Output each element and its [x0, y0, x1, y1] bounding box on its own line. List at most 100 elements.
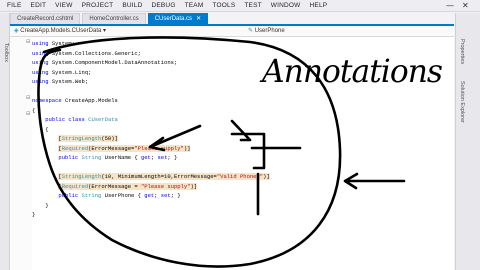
property-icon: ✎	[248, 28, 255, 34]
tab-cuserdata[interactable]: CUserData.cs ✕	[147, 13, 209, 24]
code-line[interactable]: namespace CreateApp.Models	[32, 97, 118, 105]
type-dropdown[interactable]: ◈ CreateApp.Models.CUserData ▾	[14, 26, 106, 36]
code-token: (ErrorMessage=	[88, 144, 135, 152]
code-token: {	[45, 125, 49, 133]
close-window-button[interactable]: ✕	[462, 1, 469, 10]
code-line[interactable]: }	[32, 201, 49, 210]
code-token: ; }	[167, 154, 178, 161]
code-line[interactable]: {	[32, 107, 35, 115]
code-token: set	[160, 192, 171, 199]
code-line[interactable]: using System.Linq;	[32, 69, 91, 77]
toolbox-strip[interactable]: Toolbox	[0, 13, 10, 270]
menu-team[interactable]: TEAM	[185, 2, 204, 9]
code-line[interactable]: using System.Web;	[32, 78, 88, 86]
document-tabs: CreateRecord.cshtml HomeController.cs CU…	[10, 13, 209, 24]
collapse-icon[interactable]: ⊟	[26, 111, 30, 117]
menu-help[interactable]: HELP	[310, 2, 328, 9]
code-token: Required	[61, 182, 89, 190]
visual-studio-window: FILE EDIT VIEW PROJECT BUILD DEBUG TEAM …	[0, 0, 480, 270]
code-token: using	[32, 78, 49, 85]
code-token: StringLength	[61, 173, 102, 180]
menu-view[interactable]: VIEW	[55, 2, 72, 9]
code-token: )]	[263, 173, 270, 180]
code-token: String	[81, 154, 102, 161]
code-token: System.Linq;	[48, 68, 92, 76]
menu-build[interactable]: BUILD	[122, 2, 142, 9]
code-line[interactable]: [StringLength(50)]	[32, 135, 118, 143]
solution-explorer-tab[interactable]: Solution Explorer	[459, 81, 465, 123]
code-token: "Please supply"	[134, 144, 184, 152]
right-tool-strip: Properties Solution Explorer	[455, 13, 480, 270]
menu-project[interactable]: PROJECT	[82, 2, 114, 9]
code-token: public	[58, 154, 79, 161]
code-token: }	[32, 211, 36, 218]
toolbox-label[interactable]: Toolbox	[3, 43, 9, 62]
tab-label: CUserData.cs	[154, 16, 193, 22]
menu-file[interactable]: FILE	[7, 2, 22, 9]
code-token: public	[58, 192, 79, 199]
code-line[interactable]: {	[32, 125, 49, 134]
properties-tab[interactable]: Properties	[459, 39, 465, 64]
code-token: ;	[154, 192, 161, 199]
navigation-bar: ◈ CreateApp.Models.CUserData ▾ ✎ UserPho…	[10, 24, 454, 37]
tab-createrecord[interactable]: CreateRecord.cshtml	[10, 13, 81, 24]
code-token: ; }	[170, 192, 181, 199]
code-line[interactable]: }	[32, 211, 35, 219]
code-token: UserName {	[101, 154, 141, 161]
menu-test[interactable]: TEST	[244, 2, 261, 9]
code-token: get	[144, 192, 155, 199]
member-dropdown[interactable]: ✎ UserPhone	[248, 26, 285, 36]
code-token: System.ComponentModel.DataAnnotations;	[48, 59, 178, 66]
code-token: get	[140, 154, 151, 161]
collapse-icon[interactable]: ⊟	[26, 39, 30, 45]
tab-label: CreateRecord.cshtml	[17, 16, 74, 22]
code-token: )]	[183, 144, 191, 152]
code-token: UserPhone {	[101, 192, 145, 199]
code-token: String	[81, 192, 102, 199]
code-token: System;	[48, 40, 75, 47]
code-token: namespace	[32, 97, 62, 104]
code-line[interactable]: using System;	[32, 40, 75, 48]
tab-homecontroller[interactable]: HomeController.cs	[82, 13, 146, 24]
menu-edit[interactable]: EDIT	[31, 2, 47, 9]
code-token: "Valid Phone?"	[216, 173, 264, 180]
code-token: set	[157, 154, 168, 161]
code-token: {	[32, 106, 36, 114]
code-token: (ErrorMessage =	[88, 182, 141, 190]
code-token: CreateApp.Models	[61, 97, 118, 104]
code-line[interactable]: [Required(ErrorMessage = "Please supply"…	[32, 182, 198, 191]
code-token: public	[45, 116, 66, 123]
code-line[interactable]: public class CUserData	[32, 116, 118, 124]
menu-debug[interactable]: DEBUG	[151, 2, 175, 9]
minimize-button[interactable]: —	[446, 1, 454, 10]
code-token: (10, MinimumLength=10,ErrorMessage=	[101, 173, 217, 180]
collapse-icon[interactable]: ⊟	[26, 95, 30, 101]
member-dropdown-value: UserPhone	[254, 28, 285, 34]
menu-window[interactable]: WINDOW	[271, 2, 301, 9]
code-line[interactable]: [Required(ErrorMessage="Please supply")]	[32, 144, 191, 153]
menu-tools[interactable]: TOOLS	[212, 2, 235, 9]
menu-bar: FILE EDIT VIEW PROJECT BUILD DEBUG TEAM …	[0, 0, 480, 12]
code-line[interactable]: [StringLength(10, MinimumLength=10,Error…	[32, 173, 270, 181]
code-token: System.Web;	[48, 78, 89, 85]
code-line[interactable]: using System.ComponentModel.DataAnnotati…	[32, 59, 177, 67]
code-token: class	[68, 116, 85, 123]
code-line[interactable]: using System.Collections.Generic;	[32, 50, 141, 58]
tab-label: HomeController.cs	[89, 16, 139, 22]
close-tab-icon[interactable]: ✕	[196, 16, 201, 22]
code-token: using	[32, 68, 49, 76]
code-editor[interactable]: ⊟ ⊟ ⊟ using System; using System.Collecti…	[10, 37, 454, 270]
code-token: )]	[190, 182, 198, 190]
code-line[interactable]: public String UserName { get; set; }	[32, 154, 177, 162]
code-token: (50)]	[101, 135, 118, 142]
code-token: using	[32, 49, 49, 57]
code-line[interactable]: public String UserPhone { get; set; }	[32, 192, 181, 200]
code-token: }	[45, 201, 49, 209]
